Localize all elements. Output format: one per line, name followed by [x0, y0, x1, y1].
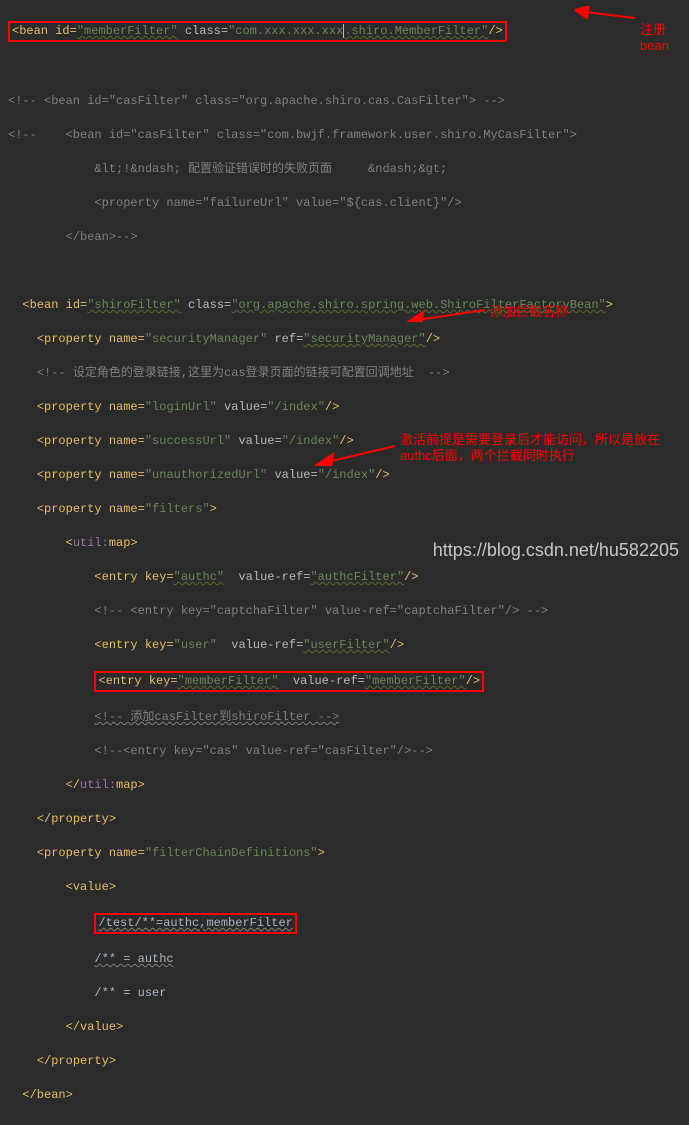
watermark-text: https://blog.csdn.net/hu582205: [433, 540, 679, 561]
arrow-icon: [405, 298, 485, 322]
code-editor: <bean id="memberFilter" class="com.xxx.x…: [0, 0, 689, 1125]
annotation-text: 注册 bean: [640, 22, 669, 54]
annotation-text: 添加拦截名称: [490, 304, 568, 320]
arrow-icon: [315, 436, 395, 466]
arrow-icon: [575, 6, 635, 22]
annotation-text: 激活前提是需要登录后才能访问，所以是放在authc后面，两个拦截同时执行: [400, 432, 670, 464]
xml-tag: <bean id=: [12, 24, 77, 38]
comment-line: <!-- <bean id="casFilter" class="org.apa…: [8, 93, 681, 110]
